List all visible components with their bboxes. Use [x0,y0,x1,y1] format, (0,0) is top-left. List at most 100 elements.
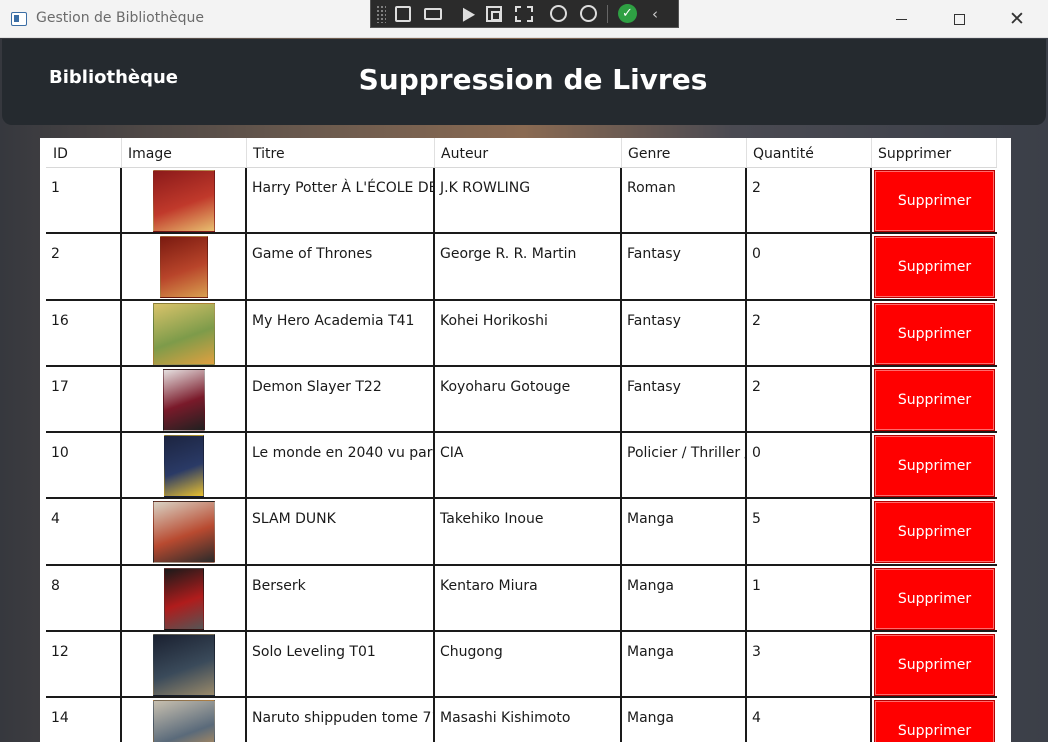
cell-delete: Supprimer [872,632,997,697]
cell-image [122,565,247,631]
book-cover-image [163,435,204,498]
cell-id: 12 [46,632,122,697]
cell-id: 10 [46,433,122,498]
table-row[interactable]: 4 SLAM DUNK Takehiko Inoue Manga 5 Supprimer [46,499,997,566]
cell-delete: Supprimer [872,367,997,431]
column-header-author[interactable]: Auteur [435,138,622,167]
cell-image [122,234,247,299]
cell-genre: Manga [622,499,747,564]
cell-genre: Fantasy [622,366,747,432]
column-header-id[interactable]: ID [46,138,122,167]
cell-author: Kentaro Miura [435,565,622,631]
delete-button[interactable]: Supprimer [874,634,995,697]
table-row[interactable]: 1 Harry Potter À L'ÉCOLE DES SORCIERSJ.K … [46,168,997,235]
cell-image [122,433,247,498]
cell-title: Demon Slayer T22 [247,366,435,432]
app-window-icon [11,12,27,26]
cell-delete: Supprimer [872,698,997,742]
minimize-button[interactable] [872,0,930,38]
book-cover-image [152,170,215,232]
accessibility-icon[interactable] [580,5,597,22]
table-row[interactable]: 12 Solo Leveling T01 Chugong Manga 3 Supprime… [46,632,997,699]
cell-quantity: 4 [747,698,872,742]
books-data-grid: ID Image Titre Auteur Genre Quantité Sup… [40,138,1011,742]
cell-quantity: 1 [747,565,872,631]
delete-button[interactable]: Supprimer [874,501,995,564]
select-element-icon[interactable] [455,5,473,23]
toolbar-grip[interactable] [376,4,386,23]
cell-title: Harry Potter À L'ÉCOLE DES SORCIERS [247,168,435,233]
cell-title: Berserk [247,565,435,631]
check-icon[interactable]: ✓ [618,4,637,23]
cell-image [122,300,247,365]
table-row[interactable]: 16 My Hero Academia T41 Kohei Horikoshi Fan… [46,300,997,367]
column-header-delete[interactable]: Supprimer [872,138,997,167]
delete-button[interactable]: Supprimer [874,302,995,365]
delete-button[interactable]: Supprimer [874,170,995,232]
cell-quantity: 3 [747,632,872,697]
live-visual-tree-icon[interactable] [395,5,411,22]
display-layout-adorners-icon[interactable] [486,5,502,22]
page-title: Suppression de Livres [358,63,708,96]
column-header-genre[interactable]: Genre [622,138,747,167]
cell-image [122,168,247,233]
delete-button[interactable]: Supprimer [874,700,995,742]
record-icon[interactable] [424,7,442,20]
cell-title: Solo Leveling T01 [247,632,435,697]
cell-id: 2 [46,234,122,299]
table-row[interactable]: 14 Naruto shippuden tome 71 Masashi Kishim… [46,698,997,742]
cell-id: 1 [46,168,122,233]
delete-button[interactable]: Supprimer [874,435,995,498]
table-row[interactable]: 10 Le monde en 2040 vu par la CIACIAPolic… [46,433,997,500]
cell-quantity: 2 [747,300,872,365]
cell-title: Naruto shippuden tome 71 [247,698,435,742]
cell-delete: Supprimer [872,168,997,232]
cell-id: 8 [46,565,122,631]
chevron-left-icon[interactable]: ‹ [652,5,658,23]
close-button[interactable]: ✕ [988,0,1046,38]
cell-author: Kohei Horikoshi [435,300,622,365]
cell-author: Takehiko Inoue [435,499,622,564]
grid-body: 1 Harry Potter À L'ÉCOLE DES SORCIERSJ.K … [46,168,997,742]
cell-delete: Supprimer [872,234,997,299]
cell-title: Game of Thrones [247,234,435,299]
track-focus-icon[interactable] [515,5,533,22]
cell-genre: Manga [622,565,747,631]
book-cover-image [159,236,208,299]
cell-genre: Manga [622,698,747,742]
close-icon: ✕ [1009,7,1025,30]
column-header-quantity[interactable]: Quantité [747,138,872,167]
cell-id: 16 [46,300,122,365]
maximize-button[interactable] [930,0,988,38]
cell-author: J.K ROWLING [435,168,622,233]
cell-genre: Fantasy [622,300,747,365]
cell-delete: Supprimer [872,433,997,498]
cell-author: Masashi Kishimoto [435,698,622,742]
hot-reload-icon[interactable] [550,5,567,22]
cell-title: My Hero Academia T41 [247,300,435,365]
cell-quantity: 2 [747,366,872,432]
cell-delete: Supprimer [872,499,997,564]
delete-button[interactable]: Supprimer [874,236,995,299]
delete-button[interactable]: Supprimer [874,368,995,431]
cell-genre: Policier / Thriller / Action [622,433,747,498]
column-header-image[interactable]: Image [122,138,247,167]
delete-button[interactable]: Supprimer [874,567,995,630]
table-row[interactable]: 17 Demon Slayer T22 Koyoharu Gotouge Fantas… [46,366,997,434]
cell-id: 14 [46,698,122,742]
cell-image [122,499,247,564]
cell-id: 4 [46,499,122,564]
table-row[interactable]: 8 Berserk Kentaro Miura Manga 1 Supprimer [46,565,997,633]
book-cover-image [152,634,215,697]
column-header-title[interactable]: Titre [247,138,435,167]
cell-author: Koyoharu Gotouge [435,366,622,432]
cell-image [122,366,247,432]
book-cover-image [152,501,215,564]
cell-delete: Supprimer [872,566,997,630]
app-header: Bibliothèque Suppression de Livres [2,39,1046,125]
cell-quantity: 0 [747,433,872,498]
xaml-debug-toolbar: ✓ ‹ [370,0,679,28]
cell-quantity: 5 [747,499,872,564]
book-cover-image [163,567,204,630]
table-row[interactable]: 2 Game of Thrones George R. R. Martin Fanta… [46,234,997,301]
